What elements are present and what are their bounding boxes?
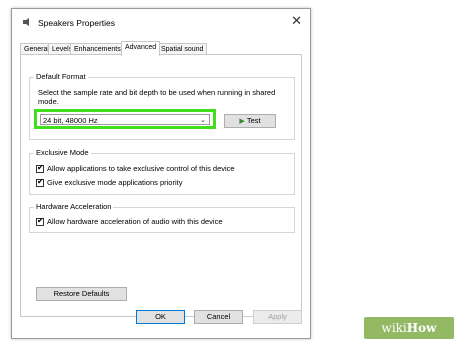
close-icon[interactable]: ✕	[291, 14, 302, 27]
tab-advanced[interactable]: Advanced	[121, 41, 161, 56]
ok-button[interactable]: OK	[136, 310, 185, 324]
exclusive-control-option[interactable]: ✔ Allow applications to take exclusive co…	[36, 163, 235, 174]
play-icon: ▶	[239, 118, 245, 125]
watermark-wiki: wiki	[381, 321, 407, 335]
test-label: Test	[246, 116, 261, 125]
default-format-group: Default Format Select the sample rate an…	[29, 72, 295, 140]
hardware-acceleration-label: Allow hardware acceleration of audio wit…	[47, 217, 223, 227]
window-title: Speakers Properties	[38, 18, 116, 28]
test-button[interactable]: ▶ Test	[224, 114, 276, 128]
sample-rate-dropdown[interactable]: 24 bit, 48000 Hz ⌄	[40, 114, 210, 125]
exclusive-priority-option[interactable]: ✔ Give exclusive mode applications priori…	[36, 177, 183, 188]
exclusive-mode-group: Exclusive Mode ✔ Allow applications to ta…	[29, 148, 295, 195]
sample-rate-value: 24 bit, 48000 Hz	[43, 116, 98, 125]
speaker-icon	[23, 18, 29, 26]
format-select-highlight: 24 bit, 48000 Hz ⌄	[34, 109, 216, 129]
speakers-properties-dialog: Speakers Properties ✕ General Levels Enh…	[11, 8, 311, 339]
checkmark-icon: ✔	[37, 216, 44, 226]
exclusive-priority-checkbox[interactable]: ✔	[36, 177, 44, 188]
title-bar: Speakers Properties ✕	[12, 9, 310, 33]
exclusive-mode-legend: Exclusive Mode	[34, 148, 91, 157]
apply-button[interactable]: Apply	[253, 310, 302, 324]
exclusive-control-checkbox[interactable]: ✔	[36, 163, 44, 174]
tab-strip: General Levels Enhancements Advanced Spa…	[20, 41, 310, 56]
watermark-how: How	[406, 321, 437, 335]
default-format-description: Select the sample rate and bit depth to …	[38, 88, 276, 106]
checkmark-icon: ✔	[37, 177, 44, 187]
wikihow-watermark: wikiHow	[364, 317, 454, 339]
hardware-acceleration-legend: Hardware Acceleration	[34, 202, 114, 211]
hardware-acceleration-group: Hardware Acceleration ✔ Allow hardware ac…	[29, 202, 295, 233]
chevron-down-icon: ⌄	[200, 117, 206, 124]
checkmark-icon: ✔	[37, 163, 44, 173]
restore-defaults-button[interactable]: Restore Defaults	[36, 287, 127, 301]
exclusive-control-label: Allow applications to take exclusive con…	[47, 164, 235, 174]
cancel-button[interactable]: Cancel	[194, 310, 243, 324]
advanced-tab-panel: Default Format Select the sample rate an…	[20, 54, 302, 317]
exclusive-priority-label: Give exclusive mode applications priorit…	[47, 178, 183, 188]
default-format-legend: Default Format	[34, 72, 88, 81]
hardware-acceleration-checkbox[interactable]: ✔	[36, 216, 44, 227]
hardware-acceleration-option[interactable]: ✔ Allow hardware acceleration of audio wi…	[36, 216, 223, 227]
